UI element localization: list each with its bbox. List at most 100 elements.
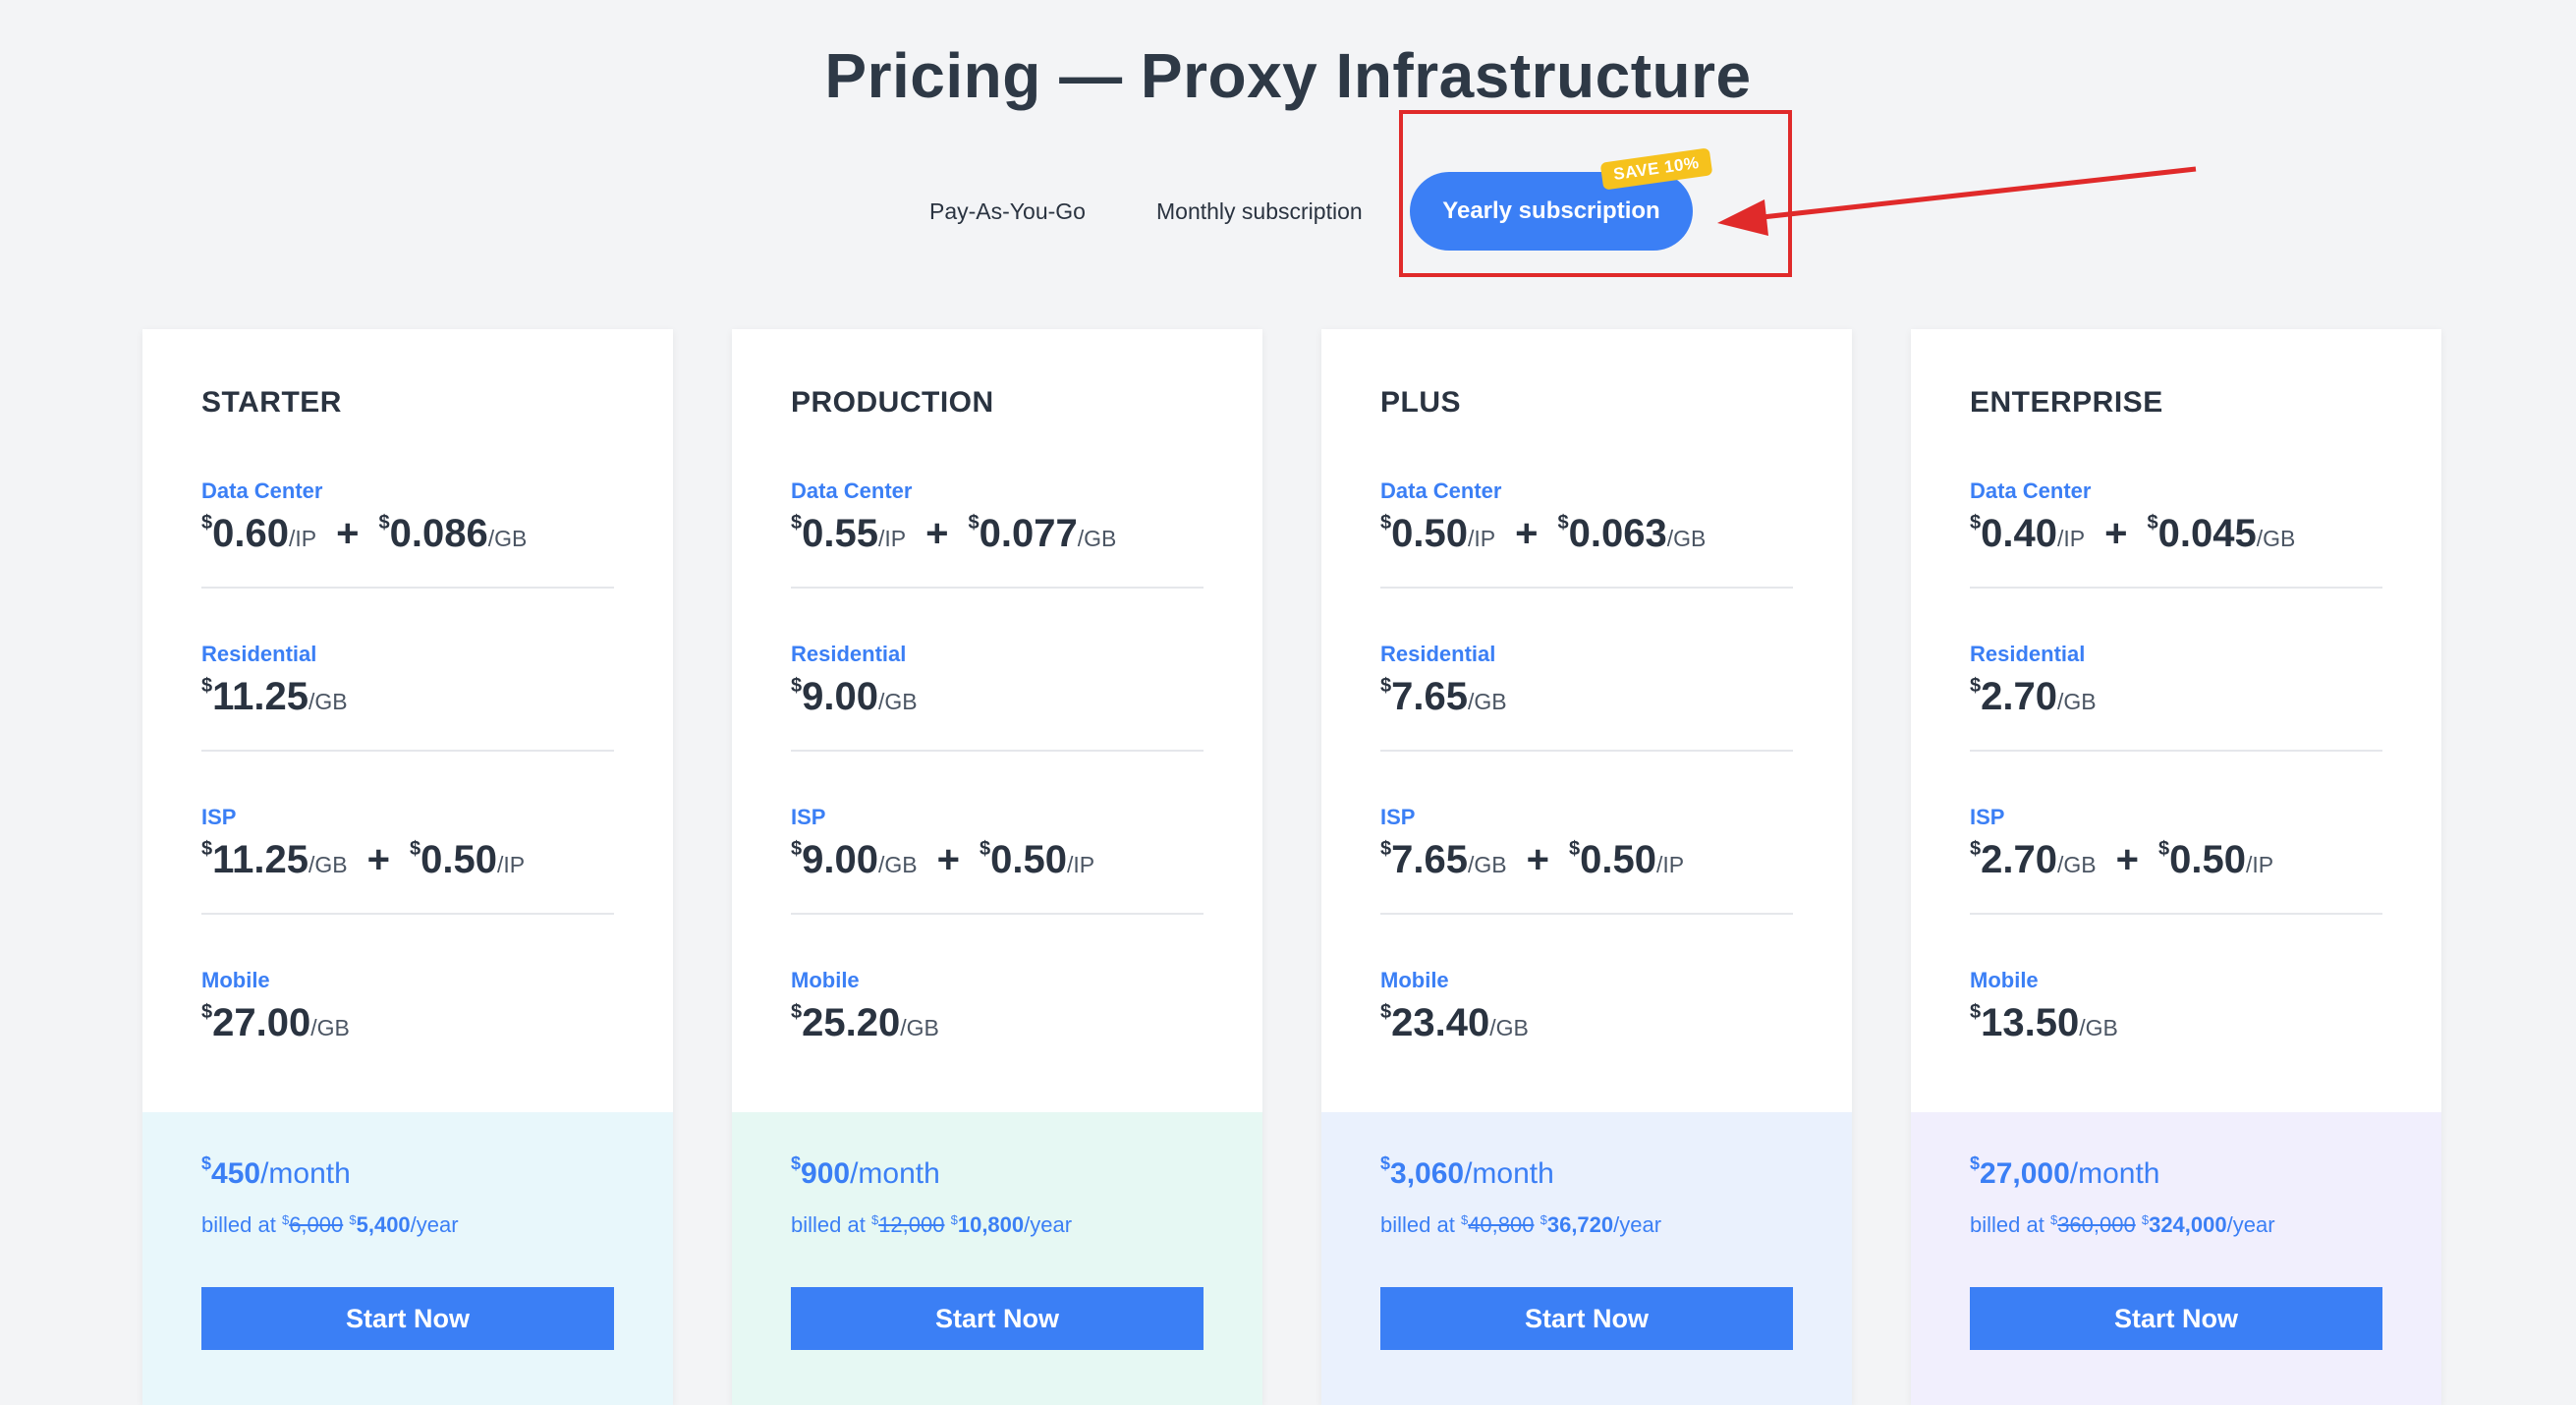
- currency-symbol: $: [1380, 1001, 1392, 1023]
- isp-label: ISP: [1970, 805, 2005, 829]
- currency-symbol: $: [1380, 838, 1392, 860]
- isp-ip-price: 0.50: [990, 838, 1067, 881]
- isp-ip-price: 0.50: [2169, 838, 2246, 881]
- currency-symbol: $: [1380, 675, 1392, 697]
- currency-symbol: $: [201, 1001, 213, 1023]
- monthly-amount: 450: [211, 1157, 261, 1190]
- mobile-gb-price: 25.20: [802, 1001, 901, 1044]
- section-divider: [1380, 587, 1793, 589]
- tab-monthly-subscription[interactable]: Monthly subscription: [1156, 198, 1363, 225]
- residential-label: Residential: [1380, 642, 1496, 666]
- isp-price: $9.00/GB + $0.50/IP: [791, 838, 1094, 882]
- per-gb-unit: /GB: [1077, 526, 1117, 551]
- billed-at-label: billed at: [1970, 1212, 2050, 1237]
- datacenter-section: Data Center $0.40/IP + $0.045/GB: [1970, 478, 2382, 642]
- datacenter-price: $0.60/IP + $0.086/GB: [201, 512, 527, 556]
- datacenter-ip-price: 0.55: [802, 512, 878, 555]
- residential-section: Residential $7.65/GB: [1380, 642, 1793, 805]
- discounted-yearly-price: 5,400: [356, 1212, 411, 1237]
- per-month-unit: /month: [850, 1157, 940, 1190]
- per-ip-unit: /IP: [288, 526, 317, 551]
- per-ip-unit: /IP: [1066, 852, 1095, 877]
- plan-name: PLUS: [1380, 386, 1462, 419]
- per-ip-unit: /IP: [496, 852, 526, 877]
- datacenter-ip-price: 0.60: [212, 512, 289, 555]
- residential-price: $9.00/GB: [791, 675, 918, 719]
- per-gb-unit: /GB: [2056, 852, 2097, 877]
- mobile-label: Mobile: [1970, 968, 2039, 992]
- start-now-button[interactable]: Start Now: [1970, 1287, 2382, 1350]
- residential-gb-price: 2.70: [1981, 675, 2057, 718]
- billed-at-label: billed at: [1380, 1212, 1461, 1237]
- mobile-price: $25.20/GB: [791, 1001, 939, 1045]
- currency-symbol: $: [2147, 512, 2158, 534]
- section-divider: [1380, 913, 1793, 915]
- currency-symbol: $: [968, 512, 980, 534]
- currency-symbol: $: [791, 838, 803, 860]
- per-year-unit: /year: [2226, 1212, 2275, 1237]
- residential-label: Residential: [1970, 642, 2086, 666]
- plus-sign: +: [336, 512, 360, 555]
- monthly-price: $3,060/month: [1380, 1153, 1554, 1191]
- billed-yearly-text: billed at $40,800 $36,720/year: [1380, 1212, 1661, 1238]
- residential-section: Residential $11.25/GB: [201, 642, 614, 805]
- plan-card-starter: STARTER Data Center $0.60/IP + $0.086/GB R…: [142, 329, 673, 1405]
- mobile-section: Mobile $23.40/GB: [1380, 968, 1793, 1131]
- billed-at-label: billed at: [201, 1212, 282, 1237]
- currency-symbol: $: [201, 512, 213, 534]
- mobile-gb-price: 13.50: [1981, 1001, 2080, 1044]
- currency-symbol: $: [201, 838, 213, 860]
- residential-section: Residential $9.00/GB: [791, 642, 1204, 805]
- start-now-label: Start Now: [2113, 1303, 2238, 1333]
- datacenter-gb-price: 0.077: [979, 512, 1078, 555]
- plan-name: PRODUCTION: [791, 386, 994, 419]
- per-gb-unit: /GB: [308, 689, 348, 714]
- billing-toggle: Pay-As-You-Go Monthly subscription Yearl…: [0, 147, 2576, 257]
- currency-symbol: $: [410, 838, 421, 860]
- datacenter-gb-price: 0.045: [2157, 512, 2257, 555]
- isp-gb-price: 11.25: [212, 838, 309, 881]
- per-ip-unit: /IP: [1655, 852, 1685, 877]
- start-now-button[interactable]: Start Now: [791, 1287, 1204, 1350]
- page-title: Pricing — Proxy Infrastructure: [824, 40, 1752, 111]
- per-year-unit: /year: [410, 1212, 459, 1237]
- per-gb-unit: /GB: [900, 1015, 939, 1040]
- per-ip-unit: /IP: [1467, 526, 1496, 551]
- tab-pay-as-you-go[interactable]: Pay-As-You-Go: [929, 198, 1086, 225]
- currency-symbol: $: [791, 512, 803, 534]
- mobile-price: $23.40/GB: [1380, 1001, 1529, 1045]
- original-yearly-price: 12,000: [878, 1212, 945, 1237]
- plan-billing-panel: $27,000/month billed at $360,000 $324,00…: [1911, 1112, 2441, 1405]
- residential-price: $7.65/GB: [1380, 675, 1507, 719]
- residential-price: $2.70/GB: [1970, 675, 2097, 719]
- per-gb-unit: /GB: [308, 852, 348, 877]
- start-now-button[interactable]: Start Now: [1380, 1287, 1793, 1350]
- currency-symbol: $: [979, 838, 991, 860]
- datacenter-ip-price: 0.40: [1981, 512, 2057, 555]
- discounted-yearly-price: 10,800: [957, 1212, 1025, 1237]
- currency-symbol: $: [2157, 838, 2170, 860]
- currency-symbol: $: [2141, 1212, 2150, 1227]
- original-yearly-price: 360,000: [2057, 1212, 2136, 1237]
- start-now-button[interactable]: Start Now: [201, 1287, 614, 1350]
- section-divider: [791, 587, 1204, 589]
- per-ip-unit: /IP: [877, 526, 907, 551]
- monthly-amount: 27,000: [1980, 1157, 2070, 1190]
- isp-section: ISP $2.70/GB + $0.50/IP: [1970, 805, 2382, 968]
- plan-card-plus: PLUS Data Center $0.50/IP + $0.063/GB Resi…: [1321, 329, 1852, 1405]
- mobile-price: $27.00/GB: [201, 1001, 350, 1045]
- datacenter-gb-price: 0.086: [389, 512, 488, 555]
- mobile-label: Mobile: [791, 968, 860, 992]
- isp-section: ISP $7.65/GB + $0.50/IP: [1380, 805, 1793, 968]
- datacenter-section: Data Center $0.55/IP + $0.077/GB: [791, 478, 1204, 642]
- plan-billing-panel: $3,060/month billed at $40,800 $36,720/y…: [1321, 1112, 1852, 1405]
- per-month-unit: /month: [2069, 1157, 2160, 1190]
- per-gb-unit: /GB: [487, 526, 528, 551]
- per-gb-unit: /GB: [2256, 526, 2296, 551]
- datacenter-label: Data Center: [1970, 478, 2092, 503]
- plus-sign: +: [925, 512, 949, 555]
- mobile-section: Mobile $25.20/GB: [791, 968, 1204, 1131]
- start-now-label: Start Now: [934, 1303, 1059, 1333]
- plan-name: ENTERPRISE: [1970, 386, 2163, 419]
- currency-symbol: $: [1970, 838, 1982, 860]
